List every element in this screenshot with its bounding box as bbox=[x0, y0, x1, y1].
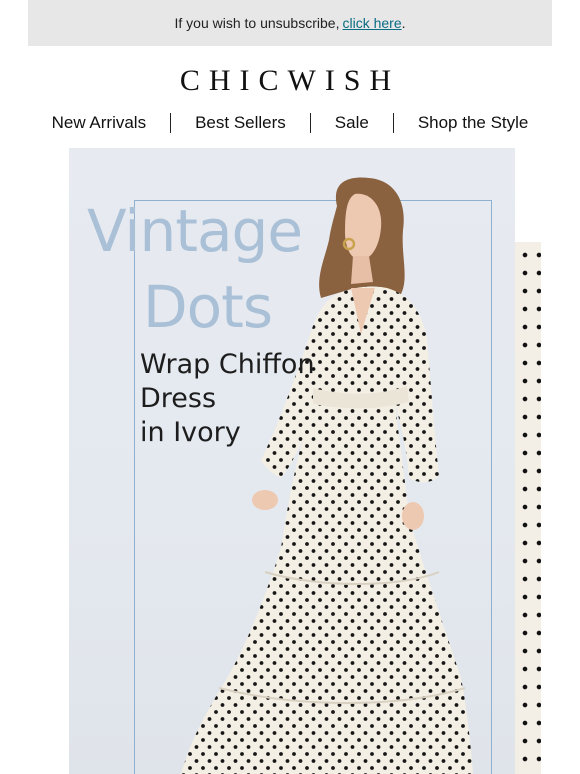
brand-logo[interactable]: CHICWISH bbox=[0, 64, 580, 98]
next-slide-preview[interactable] bbox=[515, 242, 541, 774]
unsubscribe-text: If you wish to unsubscribe, bbox=[174, 15, 340, 31]
hero-subtitle: Wrap Chiffon Dress in Ivory bbox=[140, 348, 315, 450]
nav-sale[interactable]: Sale bbox=[325, 113, 379, 133]
hero-headline-line2: Dots bbox=[143, 273, 273, 341]
hero-subtitle-line1: Wrap Chiffon bbox=[140, 349, 315, 380]
nav-best-sellers[interactable]: Best Sellers bbox=[185, 113, 296, 133]
nav-divider bbox=[170, 113, 172, 133]
nav-new-arrivals[interactable]: New Arrivals bbox=[42, 113, 156, 133]
nav-divider bbox=[309, 113, 311, 133]
hero-subtitle-line2: Dress bbox=[140, 383, 217, 414]
hero-subtitle-line3: in Ivory bbox=[140, 417, 241, 448]
unsubscribe-link[interactable]: click here bbox=[342, 15, 401, 31]
unsubscribe-suffix: . bbox=[401, 15, 406, 31]
main-nav: New Arrivals Best Sellers Sale Shop the … bbox=[0, 110, 580, 136]
hero-headline-line1: Vintage bbox=[87, 197, 303, 265]
nav-shop-the-style[interactable]: Shop the Style bbox=[408, 113, 539, 133]
unsubscribe-bar: If you wish to unsubscribe, click here . bbox=[28, 0, 552, 46]
nav-divider bbox=[392, 113, 394, 133]
hero-banner[interactable]: Vintage Dots Wrap Chiffon Dress in Ivory bbox=[69, 148, 515, 774]
